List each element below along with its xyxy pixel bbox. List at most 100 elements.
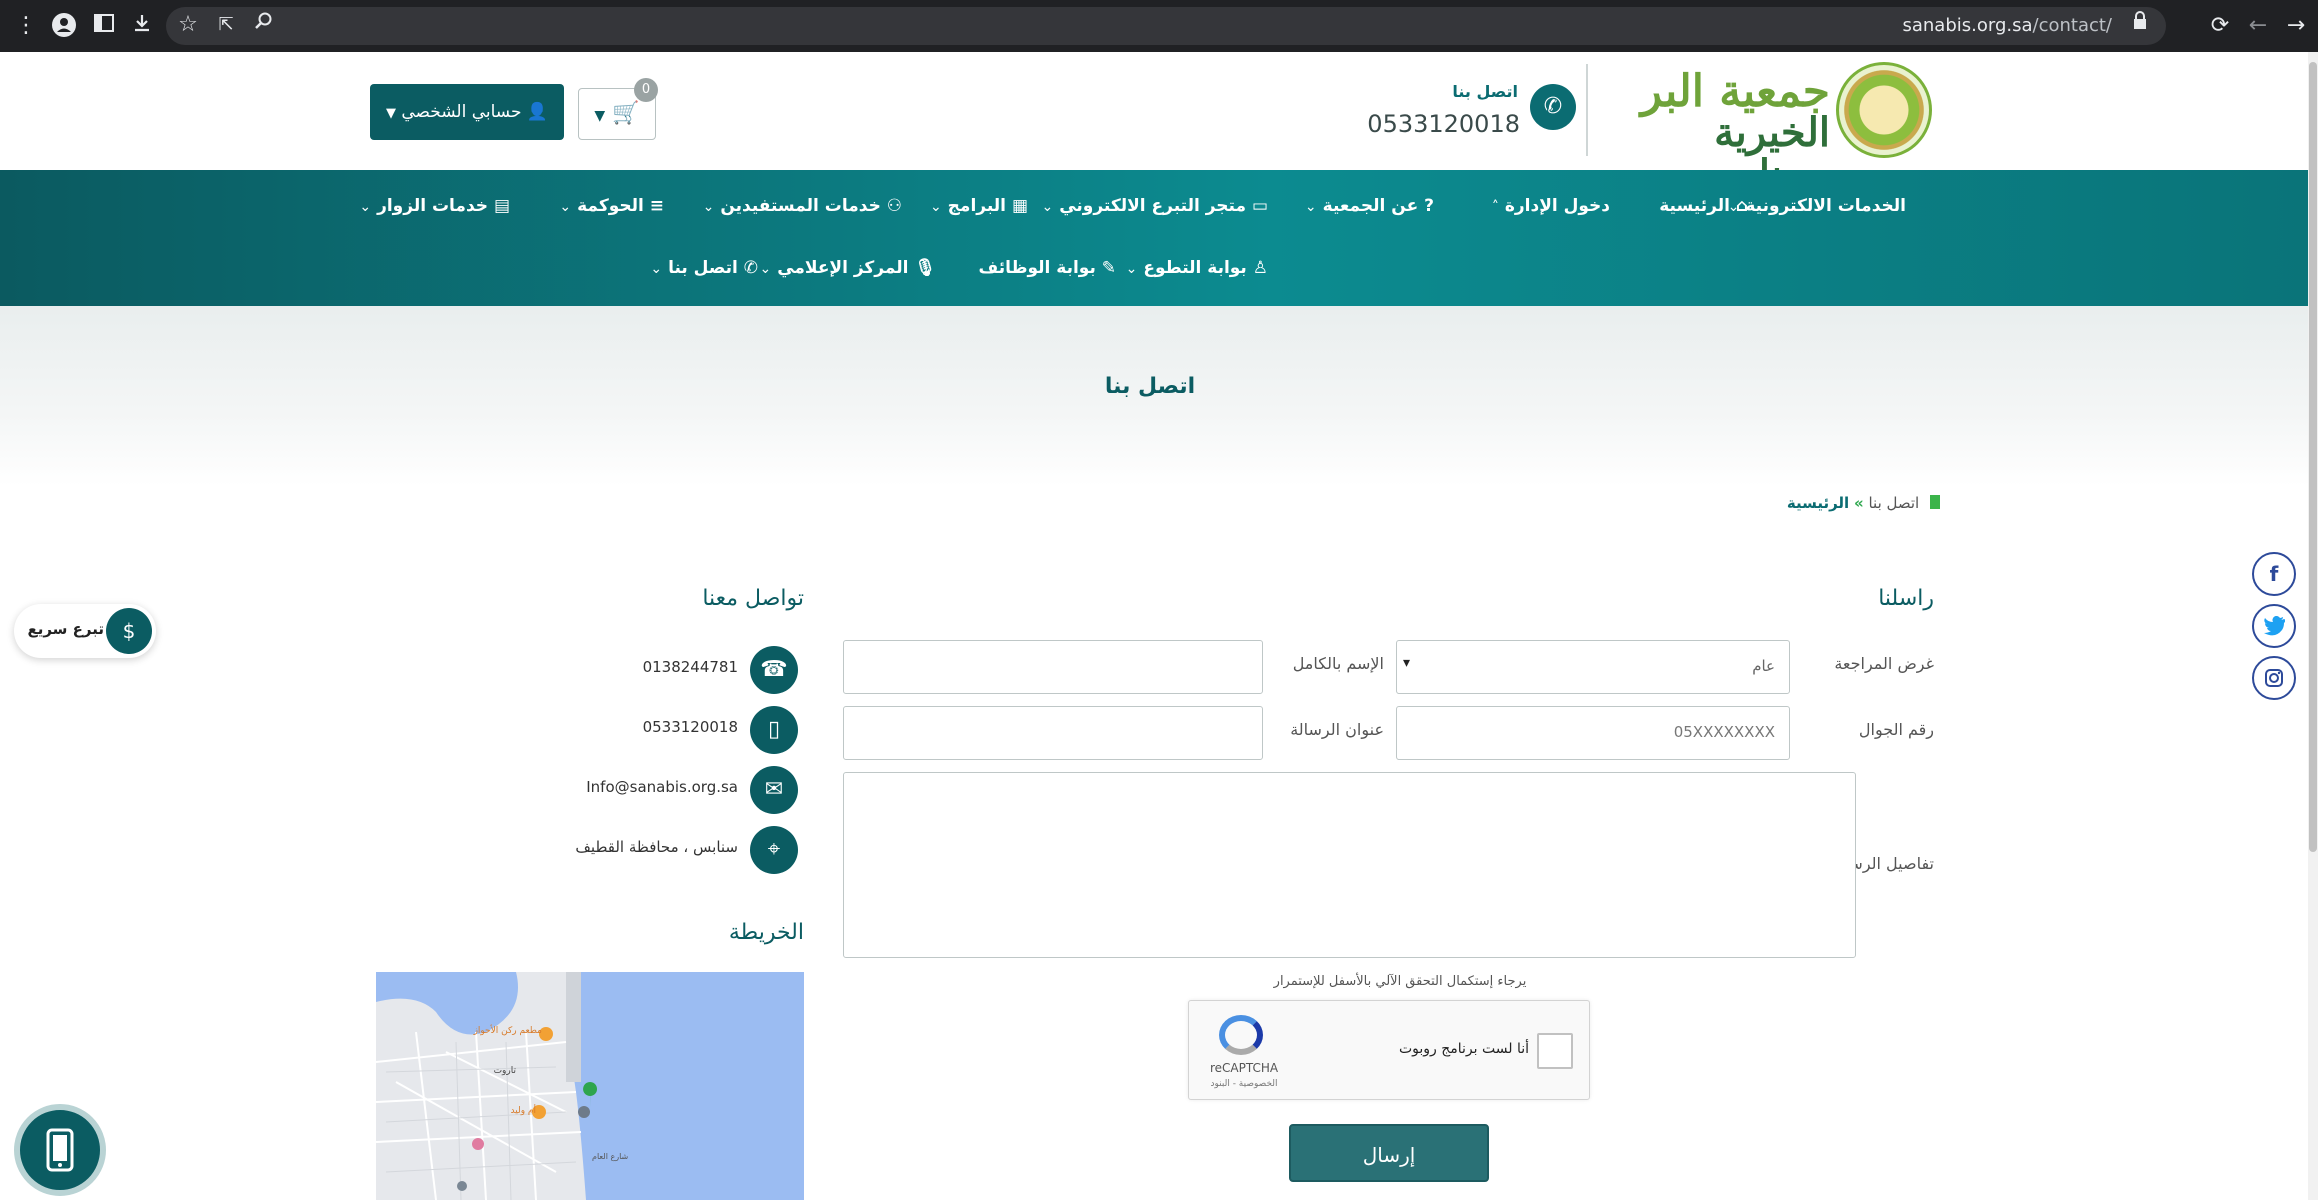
download-icon[interactable] [128,12,156,40]
recaptcha-widget: أنا لست برنامج روبوت reCAPTCHA الخصوصية … [1188,1000,1590,1100]
profile-icon[interactable] [50,12,78,40]
phone-icon: ✆ [1530,84,1576,130]
back-arrow-icon[interactable]: ← [2244,12,2272,40]
chevron-down-icon: ⌄ [559,199,572,215]
main-navigation: ⌄ الخدمات الالكترونية الرئيسية ⌂ ˄ دخول ال… [0,170,2308,306]
microphone-icon: 🎙 [914,258,936,278]
map-label-tarut: تاروت [493,1066,516,1076]
facebook-icon[interactable]: f [2252,552,2296,596]
users-icon: ⚇ [886,196,902,216]
header-contact-phone[interactable]: 0533120018 [1360,110,1520,138]
location-pin-icon: ⌖ [750,826,798,874]
contact-mobile[interactable]: 0533120018 [478,718,738,736]
recaptcha-label: أنا لست برنامج روبوت [1398,1041,1529,1057]
map-label-restaurant: مطعم ركن الأحواز [473,1026,542,1036]
calendar-icon: ▦ [1011,196,1028,216]
twitter-icon[interactable] [2252,604,2296,648]
submit-button[interactable]: إرسال [1289,1124,1489,1182]
mobile-contact-fab[interactable] [14,1104,106,1196]
details-textarea[interactable] [843,772,1856,958]
chevron-down-icon: ⌄ [1304,199,1317,215]
nav-item-jobs[interactable]: بوابة الوظائف ✎ [978,256,1116,280]
quick-donate-button[interactable]: $ تبرع سريع [14,604,156,658]
form-section-title: راسلنا [1878,586,1934,611]
credit-card-icon: ▭ [1251,196,1268,216]
nav-item-media-center[interactable]: ⌄ المركز الإعلامي 🎙 [759,256,936,281]
reload-icon[interactable]: ⟳ [2206,12,2234,40]
home-icon: ⌂ [1735,196,1748,216]
chevron-up-icon: ˄ [1491,199,1499,215]
chevron-down-icon: ⌄ [759,261,772,277]
recaptcha-links[interactable]: الخصوصية - البنود [1199,1079,1289,1089]
cart-icon: 🛒 [612,101,640,126]
chevron-down-icon: ⌄ [702,199,715,215]
list-icon: ≡ [649,196,664,216]
recaptcha-logo-icon [1219,1015,1263,1055]
scrollbar-thumb[interactable] [2309,62,2317,852]
breadcrumb-separator: » [1853,494,1864,512]
chevron-down-icon: ⌄ [929,199,942,215]
chevron-down-icon: ▼ [594,108,606,124]
fullname-input[interactable] [843,640,1263,694]
share-icon[interactable]: ⇱ [212,11,240,39]
contact-address: سنابس ، محافظة القطيف [575,838,738,856]
nav-item-home[interactable]: الرئيسية ⌂ [1659,194,1748,218]
quick-donate-label: تبرع سريع [27,620,104,638]
browser-toolbar: ⋮ ☆ ⇱ sanabis.org.sa/contact/ ⟳ ← → [0,0,2318,52]
breadcrumb: اتصل بنا » الرئيسية [1700,494,1940,512]
instagram-icon[interactable] [2252,656,2296,700]
contact-email[interactable]: Info@sanabis.org.sa [478,778,738,796]
account-button[interactable]: ▼ حسابي الشخصي 👤 [370,84,564,140]
forward-arrow-icon[interactable]: → [2282,12,2310,40]
nav-item-admin-login[interactable]: ˄ دخول الإدارة [1492,194,1610,219]
header-divider [1586,64,1588,156]
recaptcha-brand: reCAPTCHA [1209,1061,1279,1075]
mobile-label: رقم الجوال [1858,720,1934,739]
nav-item-visitor-services[interactable]: ⌄ خدمات الزوار ▤ [359,194,510,219]
subject-input[interactable] [843,706,1263,760]
map-label-street: شارع العام [592,1152,629,1161]
chevron-down-icon: ▼ [385,106,396,121]
nav-item-programs[interactable]: ⌄ البرامج ▦ [930,194,1028,219]
landline-phone-icon: ☎ [750,646,798,694]
recaptcha-checkbox[interactable] [1537,1033,1573,1069]
page-title: اتصل بنا [1104,374,1196,399]
nav-item-contact[interactable]: ⌄ اتصل بنا ✆ [650,256,758,281]
bookmark-icon [1930,495,1940,509]
mobile-input[interactable]: 05XXXXXXXX [1396,706,1790,760]
question-icon: ? [1424,196,1434,216]
nav-item-about[interactable]: ⌄ عن الجمعية ? [1305,194,1434,219]
purpose-label: غرض المراجعة [1834,654,1934,673]
location-map[interactable]: مطعم ركن الأحواز تاروت أم وليد شارع العا… [376,972,804,1200]
map-label-um-walid: أم وليد [510,1106,536,1116]
breadcrumb-current: اتصل بنا [1868,494,1920,512]
nav-item-governance[interactable]: ⌄ الحوكمة ≡ [559,194,664,219]
page-scrollbar[interactable] [2308,52,2318,1200]
captcha-note: يرجاء إستكمال التحقق الآلي بالأسفل للإست… [1273,974,1527,989]
cart-count-badge: 0 [634,78,658,102]
logo-emblem[interactable] [1836,62,1932,158]
header-contact-label: اتصل بنا [1452,82,1518,101]
zoom-icon[interactable] [250,11,278,39]
contact-landline[interactable]: 0138244781 [478,658,738,676]
phone-icon: ✆ [743,258,758,278]
logo-line1[interactable]: جمعية البر [1610,70,1830,114]
address-bar[interactable]: ☆ ⇱ sanabis.org.sa/contact/ [166,7,2166,45]
user-icon: 👤 [526,102,549,122]
breadcrumb-home[interactable]: الرئيسية [1787,494,1849,512]
lock-icon[interactable] [2126,11,2154,39]
nav-item-beneficiary-services[interactable]: ⌄ خدمات المستفيدين ⚇ [703,194,902,219]
contact-section-title: تواصل معنا [702,586,804,611]
menu-dots-icon[interactable]: ⋮ [12,12,40,40]
nav-item-eservices[interactable]: ⌄ الخدمات الالكترونية [1728,194,1906,219]
mobile-phone-icon: ▯ [750,706,798,754]
chevron-down-icon: ⌄ [1041,199,1054,215]
nav-item-donation-store[interactable]: ⌄ متجر التبرع الالكتروني ▭ [1041,194,1268,219]
chevron-down-icon: ⌄ [1125,261,1138,277]
nav-item-volunteer[interactable]: ⌄ بوابة التطوع ♙ [1126,256,1268,281]
bookmark-star-icon[interactable]: ☆ [174,11,202,39]
sidebar-icon[interactable] [90,12,118,40]
purpose-select[interactable]: عام ▾ [1396,640,1790,694]
envelope-icon: ✉ [750,766,798,814]
donate-hand-icon: $ [106,608,152,654]
